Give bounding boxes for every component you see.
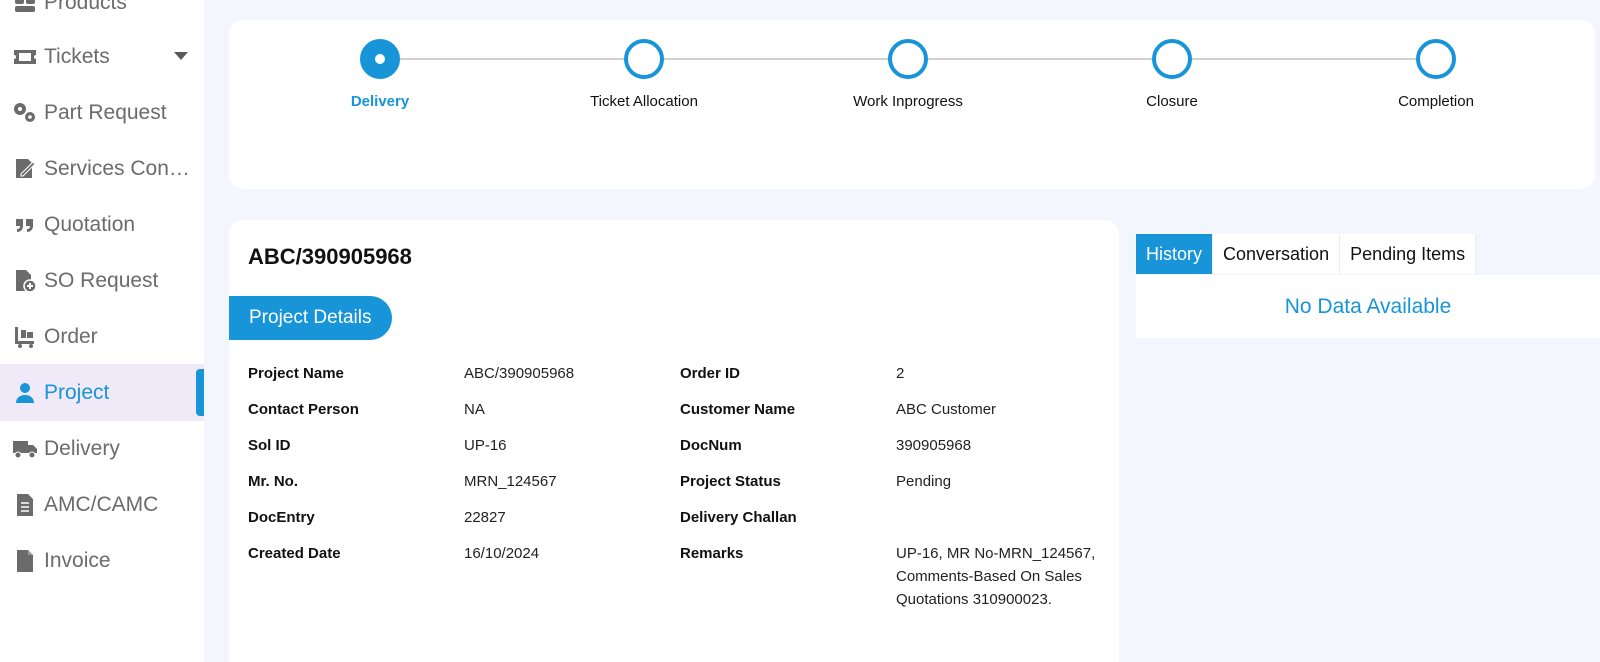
step-label: Delivery: [350, 93, 410, 110]
field-value-created-date: 16/10/2024: [464, 545, 540, 562]
sidebar-item-services-contract[interactable]: Services Contr...: [0, 140, 204, 197]
step-work-inprogress[interactable]: Work Inprogress: [818, 39, 998, 110]
field-label-project-status: Project Status: [680, 473, 781, 490]
quote-icon: [12, 212, 38, 238]
sidebar-item-label: Products: [44, 0, 127, 14]
sidebar-item-quotation[interactable]: Quotation: [0, 196, 204, 253]
step-label: Ticket Allocation: [590, 93, 698, 110]
activity-panel: History Conversation Pending Items No Da…: [1119, 220, 1600, 622]
step-label: Completion: [1398, 93, 1474, 110]
ticket-icon: [12, 44, 38, 70]
sidebar-item-project[interactable]: Project: [0, 364, 204, 421]
sidebar-item-invoice[interactable]: Invoice: [0, 532, 204, 589]
field-value-sol-id: UP-16: [464, 437, 507, 454]
field-label-docnum: DocNum: [680, 437, 742, 454]
field-value-project-status: Pending: [896, 473, 952, 490]
sidebar: Products Tickets Part Request Services C…: [0, 0, 204, 662]
cart-icon: [12, 324, 38, 350]
file-icon: [12, 548, 38, 574]
sidebar-item-label: Project: [44, 380, 110, 404]
tab-history[interactable]: History: [1136, 234, 1214, 274]
field-value-docnum: 390905968: [896, 437, 972, 454]
field-value-remarks: UP-16, MR No-MRN_124567, Comments-Based …: [896, 545, 1096, 608]
field-label-remarks: Remarks: [680, 545, 744, 562]
truck-icon: [12, 436, 38, 462]
sidebar-item-delivery[interactable]: Delivery: [0, 420, 204, 477]
field-label-created-date: Created Date: [248, 545, 341, 562]
products-icon: [12, 0, 38, 16]
field-label-mr-no: Mr. No.: [248, 473, 299, 490]
step-circle-icon: [624, 39, 664, 79]
step-completion[interactable]: Completion: [1346, 39, 1526, 110]
sidebar-item-so-request[interactable]: SO Request: [0, 252, 204, 309]
sidebar-item-order[interactable]: Order: [0, 308, 204, 365]
step-circle-icon: [1152, 39, 1192, 79]
field-value-mr-no: MRN_124567: [464, 473, 557, 490]
step-circle-icon: [888, 39, 928, 79]
section-header-project-details: Project Details: [229, 296, 392, 340]
step-label: Work Inprogress: [853, 93, 963, 110]
sidebar-item-part-request[interactable]: Part Request: [0, 84, 204, 141]
contract-icon: [12, 156, 38, 182]
field-label-order-id: Order ID: [680, 365, 741, 382]
field-label-docentry: DocEntry: [248, 509, 315, 526]
step-closure[interactable]: Closure: [1082, 39, 1262, 110]
field-value-order-id: 2: [896, 365, 905, 382]
sidebar-item-label: Part Request: [44, 100, 167, 124]
step-circle-icon: [360, 39, 400, 79]
field-label-delivery-challan: Delivery Challan: [680, 509, 797, 526]
field-value-customer-name: ABC Customer: [896, 401, 997, 418]
field-value-project-name: ABC/390905968: [464, 365, 575, 382]
sidebar-item-label: Services Contr...: [44, 156, 194, 180]
sidebar-item-label: SO Request: [44, 268, 159, 292]
sidebar-item-label: AMC/CAMC: [44, 492, 159, 516]
sidebar-item-amc-camc[interactable]: AMC/CAMC: [0, 476, 204, 533]
progress-stepper: Delivery Ticket Allocation Work Inprogre…: [229, 20, 1595, 189]
panel-tabs: History Conversation Pending Items: [1136, 234, 1477, 274]
chevron-down-icon[interactable]: [174, 52, 188, 60]
field-label-project-name: Project Name: [248, 365, 344, 382]
tab-content: No Data Available: [1136, 275, 1600, 338]
page-title: ABC/390905968: [248, 244, 412, 269]
field-label-contact-person: Contact Person: [248, 401, 359, 418]
field-value-contact-person: NA: [464, 401, 485, 418]
field-label-sol-id: Sol ID: [248, 437, 291, 454]
sidebar-item-label: Tickets: [44, 44, 110, 68]
user-icon: [12, 380, 38, 406]
sidebar-item-label: Delivery: [44, 436, 120, 460]
sidebar-item-label: Invoice: [44, 548, 111, 572]
project-details-card: ABC/390905968 Project Details Project Na…: [229, 220, 1119, 662]
step-label: Closure: [1146, 93, 1198, 110]
field-value-docentry: 22827: [464, 509, 506, 526]
empty-state-text: No Data Available: [1284, 294, 1452, 318]
sidebar-item-products[interactable]: Products: [0, 0, 204, 31]
step-delivery[interactable]: Delivery: [290, 39, 470, 110]
sidebar-item-label: Quotation: [44, 212, 136, 236]
sidebar-item-tickets[interactable]: Tickets: [0, 28, 204, 85]
document-icon: [12, 492, 38, 518]
tab-pending-items[interactable]: Pending Items: [1340, 234, 1477, 274]
tab-conversation[interactable]: Conversation: [1213, 234, 1341, 274]
step-ticket-allocation[interactable]: Ticket Allocation: [554, 39, 734, 110]
step-circle-icon: [1416, 39, 1456, 79]
gears-icon: [12, 100, 38, 126]
field-label-customer-name: Customer Name: [680, 401, 796, 418]
file-plus-icon: [12, 268, 38, 294]
sidebar-item-label: Order: [44, 324, 98, 348]
